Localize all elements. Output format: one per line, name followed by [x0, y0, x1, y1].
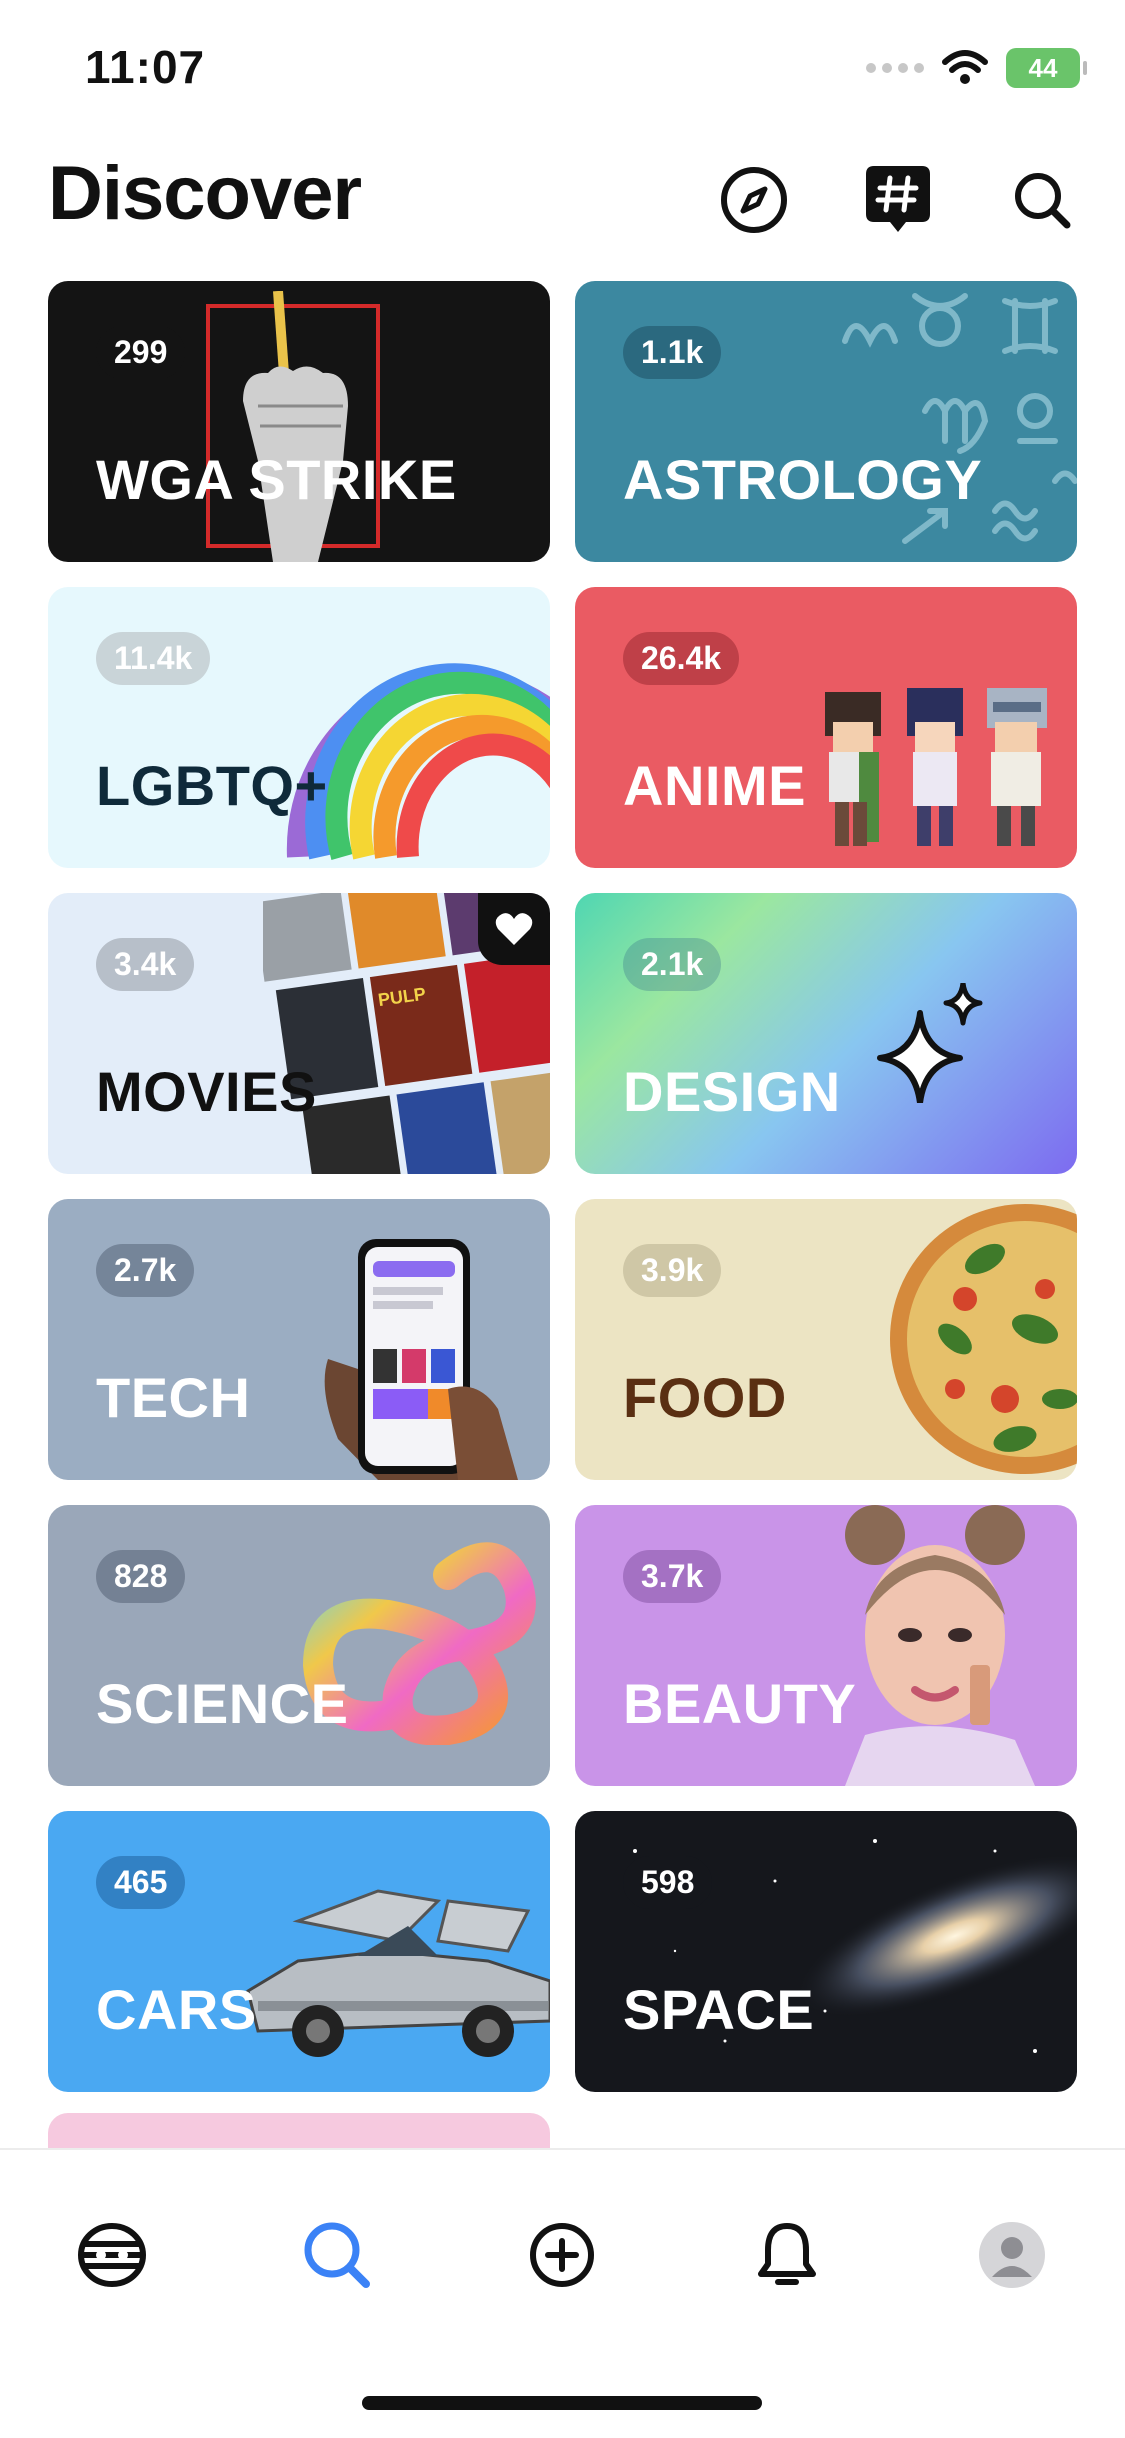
topic-title: BEAUTY	[623, 1672, 857, 1735]
home-icon	[78, 2223, 146, 2287]
tab-create[interactable]	[517, 2210, 607, 2300]
topic-card-cars[interactable]: 465 CARS	[48, 1811, 550, 2092]
topic-title: LGBTQ+	[96, 754, 328, 817]
pixel-anime-characters-image	[825, 688, 1047, 846]
galaxy-image	[633, 1839, 1077, 2053]
follower-count-badge: 465	[96, 1856, 186, 1909]
follower-count-badge: 3.4k	[96, 938, 195, 991]
zodiac-symbols-image	[842, 293, 1077, 544]
topic-title: ASTROLOGY	[623, 448, 983, 511]
topic-card-beauty[interactable]: 3.7k BEAUTY	[575, 1505, 1077, 1786]
follower-count-badge: 2.1k	[623, 938, 722, 991]
tab-notifications[interactable]	[742, 2210, 832, 2300]
status-time: 11:07	[85, 41, 206, 93]
follower-count-badge: 3.9k	[623, 1244, 722, 1297]
profile-icon	[979, 2222, 1045, 2288]
topic-title: CARS	[96, 1978, 257, 2041]
follower-count-badge: 26.4k	[623, 632, 740, 685]
compass-icon	[721, 167, 787, 233]
topic-card-astrology[interactable]: 1.1k ASTROLOGY	[575, 281, 1077, 562]
phone-in-hand-image	[324, 1239, 518, 1480]
topic-title: SCIENCE	[96, 1672, 349, 1735]
create-icon	[530, 2223, 594, 2287]
follower-count-badge: 828	[96, 1550, 186, 1603]
topic-card-science[interactable]: 828 SCIENCE	[48, 1505, 550, 1786]
page-title: Discover	[48, 151, 362, 236]
topic-card-movies[interactable]: PULP 3.4k MOVIES	[48, 893, 550, 1174]
follower-count-badge: 1.1k	[623, 326, 722, 379]
heart-icon	[495, 913, 533, 945]
hashtag-chat-icon	[866, 166, 930, 232]
delorean-car-image	[246, 1889, 550, 2057]
follower-count-badge: 299	[96, 326, 186, 379]
status-bar: 11:07 44	[0, 0, 1125, 140]
follower-count-badge: 2.7k	[96, 1244, 195, 1297]
header-actions	[716, 162, 1080, 238]
search-icon	[1015, 173, 1071, 229]
battery-level: 44	[1028, 52, 1058, 83]
tab-home[interactable]	[67, 2210, 157, 2300]
tab-bar	[0, 2148, 1125, 2438]
home-indicator	[362, 2396, 762, 2410]
topic-card-space[interactable]: 598 SPACE	[575, 1811, 1077, 2092]
topic-title: WGA STRIKE	[96, 448, 457, 511]
follower-count-badge: 3.7k	[623, 1550, 722, 1603]
beauty-portrait-image	[845, 1505, 1035, 1786]
search-button[interactable]	[1004, 162, 1080, 238]
next-topic-card-peek[interactable]	[48, 2113, 550, 2153]
pizza-image	[890, 1204, 1077, 1474]
topic-card-anime[interactable]: 26.4k ANIME	[575, 587, 1077, 868]
battery-indicator: 44	[1006, 48, 1087, 88]
topic-grid: 299 WGA STRIKE 1.1k ASTROLOGY 11.4k LGBT…	[48, 281, 1077, 2092]
tab-search[interactable]	[292, 2210, 382, 2300]
topic-title: SPACE	[623, 1978, 815, 2041]
cellular-signal-icon	[866, 63, 924, 73]
notifications-icon	[758, 2223, 816, 2285]
explore-button[interactable]	[716, 162, 792, 238]
topic-title: MOVIES	[96, 1060, 317, 1123]
topics-button[interactable]	[860, 162, 936, 238]
topic-card-wga-strike[interactable]: 299 WGA STRIKE	[48, 281, 550, 562]
topic-title: ANIME	[623, 754, 806, 817]
sparkles-icon	[877, 983, 983, 1103]
topic-card-food[interactable]: 3.9k FOOD	[575, 1199, 1077, 1480]
rainbow-image	[286, 663, 550, 861]
search-icon	[304, 2222, 370, 2288]
follower-count-badge: 598	[623, 1856, 713, 1909]
topic-card-tech[interactable]: 2.7k TECH	[48, 1199, 550, 1480]
follower-count-badge: 11.4k	[96, 632, 211, 685]
status-indicators: 44	[866, 48, 1087, 88]
topic-title: DESIGN	[623, 1060, 841, 1123]
topic-card-lgbtq[interactable]: 11.4k LGBTQ+	[48, 587, 550, 868]
topic-title: TECH	[96, 1366, 251, 1429]
favorite-indicator	[478, 893, 550, 965]
topic-card-design[interactable]: 2.1k DESIGN	[575, 893, 1077, 1174]
wifi-icon	[942, 50, 988, 84]
topic-title: FOOD	[623, 1366, 787, 1429]
tab-profile[interactable]	[967, 2210, 1057, 2300]
raised-fist-pencil-image	[206, 291, 380, 562]
